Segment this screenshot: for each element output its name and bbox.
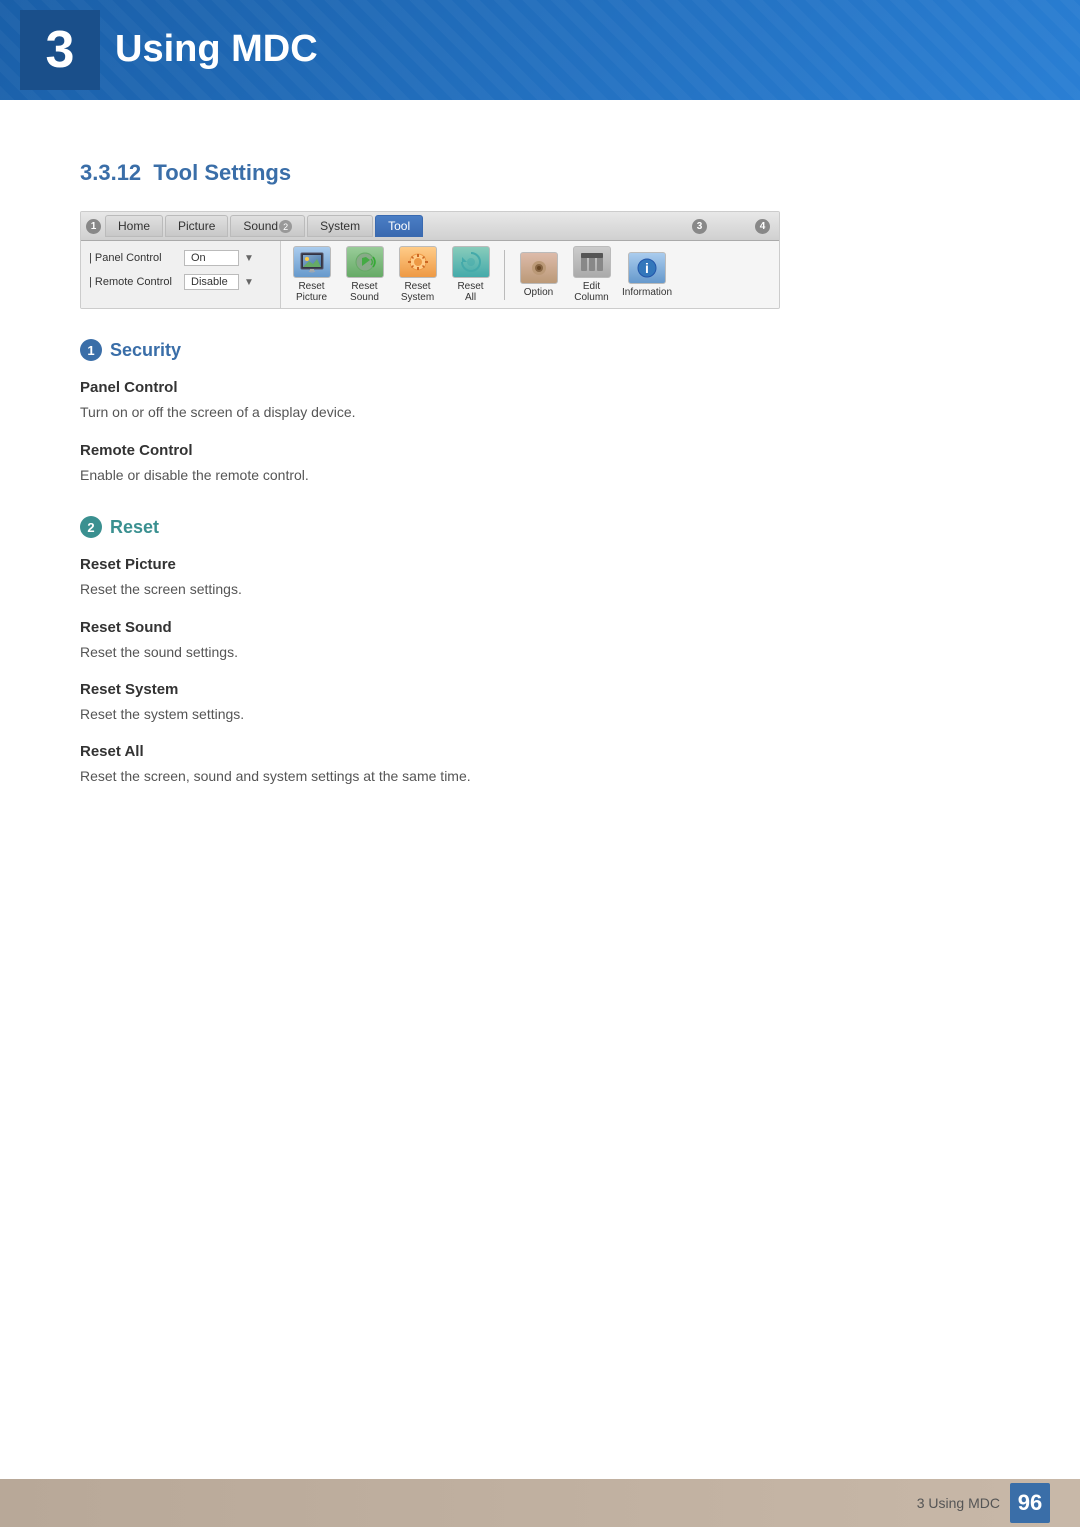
- section-security: 1 Security Panel Control Turn on or off …: [80, 339, 1000, 486]
- section-reset-heading: 2 Reset: [80, 516, 159, 538]
- btn-reset-sound[interactable]: ResetSound: [342, 246, 387, 303]
- reset-sound-label: ResetSound: [350, 281, 379, 303]
- information-icon: i: [628, 252, 666, 284]
- section-title: 3.3.12 Tool Settings: [80, 160, 1000, 186]
- header-bar: 3 Using MDC: [0, 0, 1080, 100]
- badge-reset: 2: [80, 516, 102, 538]
- edit-column-icon: [573, 246, 611, 278]
- reset-system-description: Reset the system settings.: [80, 703, 1000, 725]
- reset-sound-description: Reset the sound settings.: [80, 641, 1000, 663]
- section-reset: 2 Reset Reset Picture Reset the screen s…: [80, 516, 1000, 788]
- svg-text:i: i: [645, 260, 649, 276]
- btn-option[interactable]: Option: [516, 252, 561, 298]
- reset-picture-icon: [293, 246, 331, 278]
- remote-control-arrow[interactable]: ▼: [244, 277, 254, 288]
- reset-all-label: ResetAll: [457, 281, 483, 303]
- tab-sound[interactable]: Sound2: [230, 215, 305, 237]
- option-label: Option: [524, 287, 553, 298]
- reset-sound-subheading: Reset Sound: [80, 619, 1000, 636]
- ui-content-area: | Panel Control On ▼ | Remote Control Di…: [81, 241, 779, 308]
- information-label: Information: [622, 287, 672, 298]
- edit-column-label: EditColumn: [574, 281, 608, 303]
- reset-sound-icon: [346, 246, 384, 278]
- panel-row-panel-control: | Panel Control On ▼: [81, 246, 280, 270]
- main-content: 3.3.12 Tool Settings 1 Home Picture Soun…: [0, 100, 1080, 878]
- badge-security: 1: [80, 339, 102, 361]
- chapter-number: 3: [46, 20, 75, 80]
- reset-heading-text: Reset: [110, 517, 159, 538]
- remote-control-description: Enable or disable the remote control.: [80, 464, 1000, 486]
- panel-control-subheading: Panel Control: [80, 379, 1000, 396]
- btn-reset-picture[interactable]: ResetPicture: [289, 246, 334, 303]
- tab-system[interactable]: System: [307, 215, 373, 237]
- btn-edit-column[interactable]: EditColumn: [569, 246, 614, 303]
- reset-system-subheading: Reset System: [80, 681, 1000, 698]
- footer-page: 96: [1010, 1483, 1050, 1523]
- tab-tool[interactable]: Tool: [375, 215, 423, 237]
- ui-right-panel: ResetPicture ResetSound: [281, 241, 779, 308]
- security-heading-text: Security: [110, 340, 181, 361]
- remote-control-subheading: Remote Control: [80, 442, 1000, 459]
- chapter-badge: 3: [20, 10, 100, 90]
- footer-text: 3 Using MDC: [917, 1495, 1000, 1511]
- btn-information[interactable]: i Information: [622, 252, 672, 298]
- reset-system-icon: [399, 246, 437, 278]
- badge-1: 1: [86, 219, 101, 234]
- divider-1: [504, 250, 505, 300]
- reset-picture-subheading: Reset Picture: [80, 556, 1000, 573]
- section-security-heading: 1 Security: [80, 339, 181, 361]
- reset-all-subheading: Reset All: [80, 743, 1000, 760]
- btn-reset-all[interactable]: ResetAll: [448, 246, 493, 303]
- badge-3: 3: [692, 219, 707, 234]
- panel-control-description: Turn on or off the screen of a display d…: [80, 401, 1000, 423]
- footer: 3 Using MDC 96: [0, 1479, 1080, 1527]
- tab-sound-badge: 2: [279, 220, 292, 233]
- header-title: Using MDC: [115, 28, 318, 71]
- badge-4: 4: [755, 219, 770, 234]
- remote-control-label: | Remote Control: [89, 276, 179, 288]
- reset-all-icon: [452, 246, 490, 278]
- reset-picture-description: Reset the screen settings.: [80, 578, 1000, 600]
- reset-system-label: ResetSystem: [401, 281, 434, 303]
- btn-reset-system[interactable]: ResetSystem: [395, 246, 440, 303]
- panel-control-label: | Panel Control: [89, 252, 179, 264]
- option-icon: [520, 252, 558, 284]
- tab-home[interactable]: Home: [105, 215, 163, 237]
- ui-left-panel: | Panel Control On ▼ | Remote Control Di…: [81, 241, 281, 308]
- reset-picture-label: ResetPicture: [296, 281, 327, 303]
- reset-all-description: Reset the screen, sound and system setti…: [80, 765, 1000, 787]
- ui-screenshot: 1 Home Picture Sound2 System Tool 3 4 | …: [80, 211, 780, 309]
- tab-picture[interactable]: Picture: [165, 215, 228, 237]
- ui-toolbar: 1 Home Picture Sound2 System Tool 3 4: [81, 212, 779, 241]
- remote-control-value[interactable]: Disable: [184, 274, 239, 290]
- panel-row-remote-control: | Remote Control Disable ▼: [81, 270, 280, 294]
- panel-control-arrow[interactable]: ▼: [244, 253, 254, 264]
- panel-control-value[interactable]: On: [184, 250, 239, 266]
